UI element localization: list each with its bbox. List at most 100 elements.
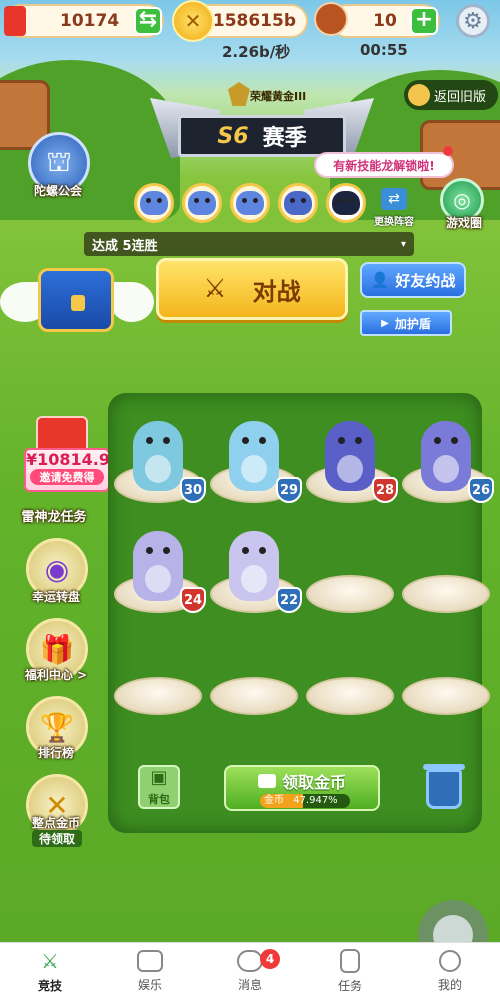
unlock-tip-bubble[interactable]: 有新技能龙解锁啦! [314,152,454,178]
win-streak-text: 达成 5连胜 [92,238,158,254]
chest-wing-right [110,282,154,322]
board-slot[interactable]: 26 [402,421,494,503]
invite-label: 邀请免费得 [30,469,104,485]
stone-pedestal [306,677,394,715]
reward-amount-box[interactable]: ¥10814.99 邀请免费得 [24,448,122,492]
meat-icon [314,2,348,36]
unlock-tip-text: 有新技能龙解锁啦! [333,158,435,173]
board-slot[interactable] [306,563,394,613]
message-badge: 4 [260,949,280,969]
bottom-nav: ⚔ 竞技 娱乐 消息 4 任务 我的 [0,942,500,1000]
exchange-button[interactable]: ⇆ [134,7,162,35]
shield-label: 加护盾 [394,316,431,331]
season-code: S6 [217,123,249,149]
nav-item-messages[interactable]: 消息 4 [200,943,300,1000]
reward-amount: ¥10814.99 [26,450,122,469]
stone-pedestal [402,677,490,715]
nav-item-tasks[interactable]: 任务 [300,943,400,1000]
hourly-coin-label: 整点金币 [31,816,80,830]
lineup-dragon-locked[interactable] [326,183,366,223]
claim-coins-button[interactable]: 领取金币 金币 47.947% [224,765,380,811]
dragon-unit[interactable] [229,531,279,601]
friend-battle-button[interactable]: 👤 好友约战 [360,262,466,298]
dragon-unit[interactable] [133,421,183,491]
stone-pedestal [402,575,490,613]
gear-icon[interactable]: ⚙ [456,4,490,38]
claim-coins-label: 领取金币 [281,773,346,792]
coin-progress-label: 金币 [264,795,284,806]
stone-pedestal [306,575,394,613]
guild-label: 陀螺公会 [33,184,82,198]
board-slot[interactable]: 28 [306,421,398,503]
season-banner: S6 赛季 [178,115,346,157]
backpack-button[interactable]: ▣ 背包 [138,765,180,809]
crossed-swords-nav-icon: ⚔ [41,949,59,973]
board-slot[interactable]: 24 [114,531,206,613]
return-old-label: 返回旧版 [434,89,487,105]
add-meat-button[interactable]: + [410,7,438,35]
season-label: 赛季 [262,126,307,151]
dragon-unit[interactable] [421,421,471,491]
win-streak-bar[interactable]: 达成 5连胜 ▾ [84,232,414,256]
coin-progress-bar: 金币 47.947% [260,794,350,808]
board-slot[interactable] [114,665,202,715]
board-slot[interactable]: 22 [210,531,302,613]
battle-button[interactable]: ⚔ 对战 [156,258,348,320]
nav-label-messages: 消息 [237,978,262,992]
dragon-level-badge: 24 [180,587,206,613]
chevron-down-icon: ▾ [400,238,406,250]
dragon-level-badge: 28 [372,477,398,503]
backpack-icon: ▣ [150,767,168,788]
backpack-label: 背包 [148,793,170,806]
nav-label-arena: 竞技 [37,979,62,993]
lineup-dragon-2[interactable] [182,183,222,223]
nav-item-profile[interactable]: 我的 [400,943,500,1000]
change-lineup-label: 更换阵容 [374,217,414,228]
dragon-level-badge: 22 [276,587,302,613]
lineup-dragon-4[interactable] [278,183,318,223]
rank-label: 荣耀黄金III [250,90,307,103]
board-slot[interactable] [210,665,298,715]
coin-count: 158615b [212,11,296,31]
dragon-level-badge: 26 [468,477,494,503]
return-old-version-button[interactable]: 返回旧版 [404,80,498,110]
red-packet-icon [4,6,26,36]
red-packet-value: 10174 [60,11,120,31]
game-circle-icon: ◎ [453,188,471,212]
treasure-chest-icon[interactable] [38,268,114,332]
play-icon: ▶ [381,317,389,329]
wheel-icon: ◉ [44,552,70,586]
dragon-unit[interactable] [133,531,183,601]
shield-button[interactable]: ▶ 加护盾 [360,310,452,336]
dragon-unit[interactable] [229,421,279,491]
nav-label-tasks: 任务 [337,979,362,993]
thunder-task-label[interactable]: 雷神龙任务 [14,506,94,525]
board-slot[interactable] [402,665,490,715]
board-slot[interactable] [402,563,490,613]
board-slot[interactable]: 29 [210,421,302,503]
lucky-wheel-label: 幸运转盘 [31,590,80,604]
nav-item-entertainment[interactable]: 娱乐 [100,943,200,1000]
notification-dot [443,146,453,156]
swap-icon: ⇄ [381,188,407,210]
lineup-dragon-1[interactable] [134,183,174,223]
friend-icon: 👤 [370,271,390,289]
coin-rate: 2.26b/秒 [222,43,291,61]
trash-icon[interactable] [423,764,465,809]
board-slot[interactable] [306,665,394,715]
friend-battle-label: 好友约战 [395,271,456,290]
nav-label-entertainment: 娱乐 [137,978,162,992]
checklist-icon [340,949,360,973]
stone-pedestal [114,677,202,715]
change-lineup-button[interactable]: ⇄ 更换阵容 [372,188,416,228]
battle-label: 对战 [252,277,301,306]
board-slot[interactable]: 30 [114,421,206,503]
trophy-icon: 🏆 [39,710,75,744]
lineup-dragon-3[interactable] [230,183,270,223]
nav-item-arena[interactable]: ⚔ 竞技 [0,943,100,1000]
nav-label-profile: 我的 [437,978,462,992]
castle-icon: ⛫ [46,144,72,178]
dragon-unit[interactable] [325,421,375,491]
avatar-icon [408,84,430,106]
dragon-level-badge: 30 [180,477,206,503]
